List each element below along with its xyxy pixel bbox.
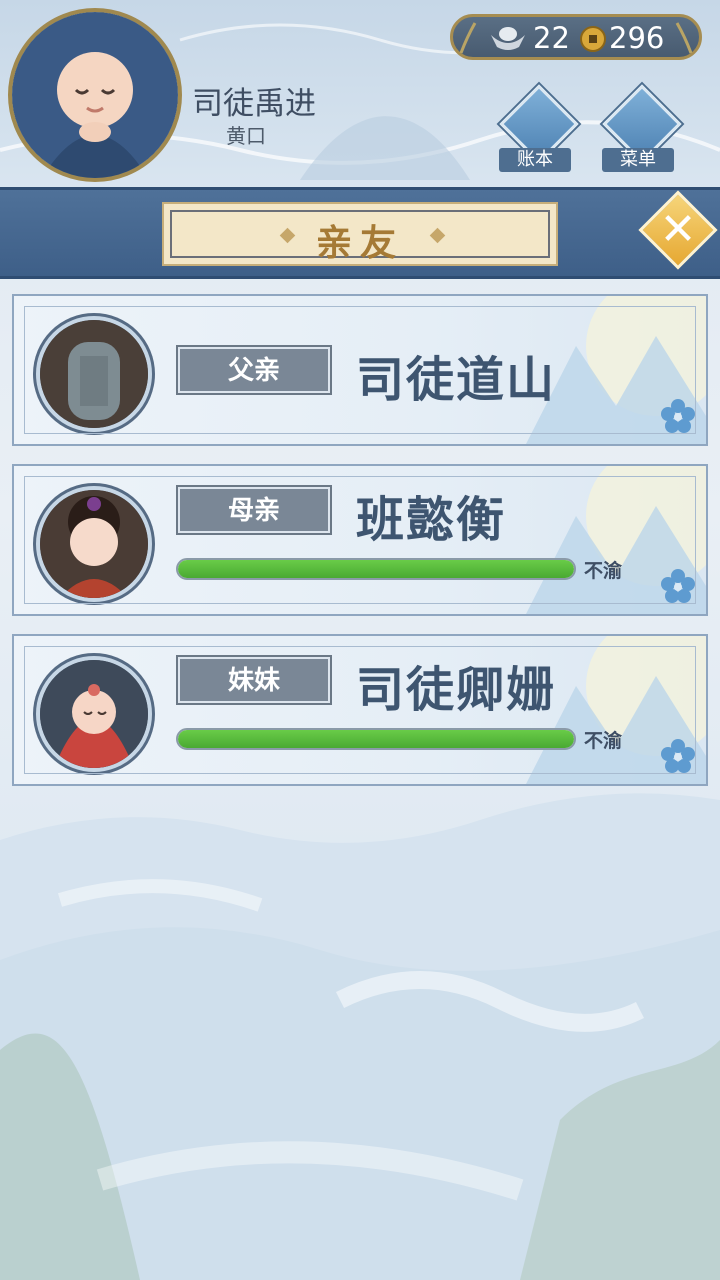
- health-bar-fill: [178, 730, 574, 748]
- relative-name: 司徒道山: [356, 352, 557, 408]
- close-icon: ✕: [659, 204, 697, 255]
- silver-count: 22: [533, 21, 570, 55]
- panel-title: 亲友: [315, 223, 404, 264]
- relative-card-father[interactable]: 父亲 司徒道山: [12, 294, 708, 446]
- relative-card-sister[interactable]: 妹妹 司徒卿姗 不渝: [12, 634, 708, 786]
- tombstone-portrait-icon: [36, 316, 152, 432]
- relation-tag: 母亲: [178, 487, 330, 533]
- player-name: 司徒禹进: [192, 86, 316, 122]
- relative-card-mother[interactable]: 母亲 班懿衡 不渝: [12, 464, 708, 616]
- copper-count: 296: [609, 21, 665, 55]
- relation-tag: 妹妹: [178, 657, 330, 703]
- health-status-label: 不渝: [584, 730, 623, 752]
- bamboo-leaf-icon: [459, 22, 477, 54]
- silver-ingot-icon: [491, 27, 525, 50]
- flower-icon: [661, 739, 695, 773]
- bamboo-leaf-icon: [675, 22, 693, 54]
- health-status-label: 不渝: [584, 560, 623, 582]
- flower-icon: [661, 569, 695, 603]
- copper-coin-icon: [580, 26, 606, 52]
- currency-bar: 22 296: [450, 14, 702, 60]
- health-bar-fill: [178, 560, 574, 578]
- relative-name: 班懿衡: [356, 492, 507, 548]
- monk-portrait-icon: [12, 12, 178, 178]
- health-bar: [176, 728, 576, 750]
- relative-name: 司徒卿姗: [356, 662, 557, 718]
- relation-tag: 父亲: [178, 347, 330, 393]
- flower-icon: [661, 399, 695, 433]
- mother-portrait-icon: [36, 486, 152, 602]
- sister-portrait-icon: [36, 656, 152, 772]
- player-avatar[interactable]: [8, 8, 182, 182]
- ledger-label: 账本: [499, 148, 571, 172]
- panel-title-plate: 亲友: [162, 202, 558, 266]
- menu-label: 菜单: [602, 148, 674, 172]
- panel-title-banner: 亲友: [0, 187, 720, 279]
- health-bar: [176, 558, 576, 580]
- ledger-button[interactable]: 账本: [497, 84, 579, 176]
- menu-button[interactable]: 菜单: [600, 84, 682, 176]
- player-age-title: 黄口: [226, 124, 266, 148]
